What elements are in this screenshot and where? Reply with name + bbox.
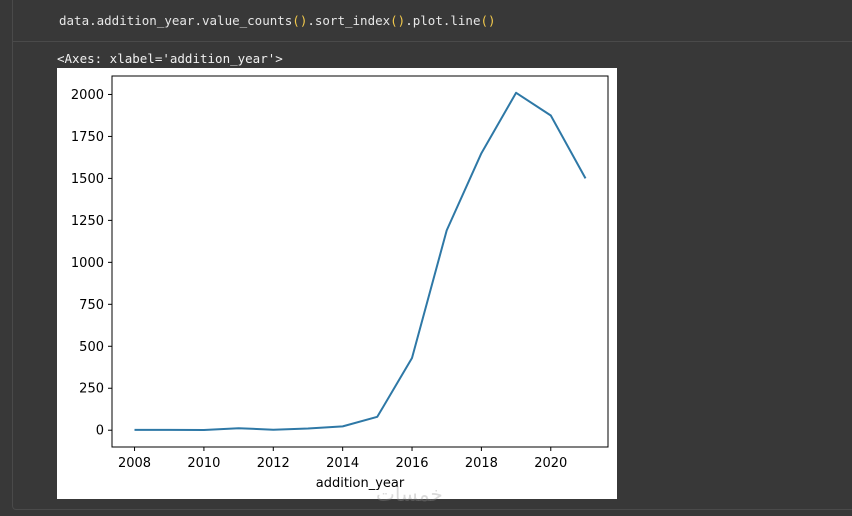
x-tick-label: 2014 <box>326 456 359 471</box>
x-tick-label: 2016 <box>395 456 428 471</box>
code-paren: () <box>292 13 308 28</box>
watermark-logo: خمسات <box>376 482 443 506</box>
output-repr-text: <Axes: xlabel='addition_year'> <box>57 51 283 66</box>
plot-output: 0 250 500 750 1000 1250 1500 1750 2000 2008 2010 20… <box>57 68 617 499</box>
y-tick-label: 750 <box>79 298 104 313</box>
y-tick-label: 1750 <box>71 130 104 145</box>
x-tick-label: 2018 <box>465 456 498 471</box>
y-tick-label: 250 <box>79 382 104 397</box>
code-line[interactable]: data.addition_year.value_counts().sort_i… <box>59 13 496 28</box>
code-paren: () <box>480 13 496 28</box>
y-tick-label: 1250 <box>71 214 104 229</box>
code-token: .plot.line <box>405 13 481 28</box>
x-tick-label: 2008 <box>118 456 151 471</box>
y-tick-label: 2000 <box>71 88 104 103</box>
code-input-area[interactable]: data.addition_year.value_counts().sort_i… <box>13 0 852 42</box>
y-tick-label: 1500 <box>71 172 104 187</box>
y-tick-label: 1000 <box>71 256 104 271</box>
x-tick-label: 2020 <box>534 456 567 471</box>
axes-frame <box>111 75 609 448</box>
x-tick-label: 2010 <box>187 456 220 471</box>
code-token: .sort_index <box>307 13 391 28</box>
y-tick-label: 500 <box>79 340 104 355</box>
series-line <box>134 91 587 431</box>
code-token: data.addition_year.value_counts <box>59 13 293 28</box>
y-tick-label: 0 <box>96 424 104 439</box>
code-paren: () <box>390 13 406 28</box>
line-chart: 0 250 500 750 1000 1250 1500 1750 2000 2008 2010 20… <box>71 75 609 491</box>
x-tick-label: 2012 <box>257 456 290 471</box>
